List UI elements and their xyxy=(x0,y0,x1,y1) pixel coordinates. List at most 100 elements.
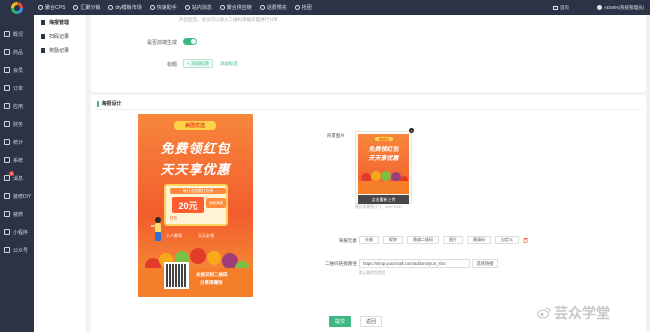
top-nav: 聚合CPS 汇聚分销 diy模板市场 快速助手 站内消息 聚合供应链 话费慢充 … xyxy=(38,4,320,11)
title-label: 标题 xyxy=(166,62,177,68)
orders-icon xyxy=(4,85,10,91)
poster-qr-code xyxy=(164,262,189,289)
poster-coupon: 每日送超额红包券 20元 消费满减 红包 xyxy=(164,184,228,226)
bookmark-icon xyxy=(41,19,45,25)
submenu-scan-records[interactable]: 扫码记录 xyxy=(34,29,86,43)
members-icon xyxy=(4,67,10,73)
topnav-distribution[interactable]: 汇聚分销 xyxy=(73,4,100,11)
sidebar-item-goods[interactable]: 商品 xyxy=(0,43,34,61)
qr-code-icon xyxy=(166,264,187,287)
element-qrcode-button[interactable]: 邀请二维码 xyxy=(407,236,439,244)
bookmark-icon xyxy=(41,47,45,53)
user-icon xyxy=(597,5,602,10)
sidebar-item-stats[interactable]: 统计 xyxy=(0,133,34,151)
cps-icon xyxy=(38,5,43,10)
sidebar-item-system[interactable]: 系统 xyxy=(0,151,34,169)
auto-gen-toggle[interactable] xyxy=(183,38,197,45)
sidebar-item-messages[interactable]: 消息 4 xyxy=(0,169,34,187)
coupon-foot: 红包 xyxy=(170,216,177,220)
top-bar: 聚合CPS 汇聚分销 diy模板市场 快速助手 站内消息 聚合供应链 话费慢充 … xyxy=(0,0,650,15)
user-menu[interactable]: ADMIN(系统管理员) xyxy=(597,5,644,11)
topnav-assistant[interactable]: 快速助手 xyxy=(149,4,177,11)
back-button[interactable]: 返回 xyxy=(360,316,382,327)
settings-card: 开启后后，会员可以进入二维码海报页面进行分享 是否前端生成 标题 + 添加标题 … xyxy=(91,15,646,92)
topnav-cps[interactable]: 聚合CPS xyxy=(38,4,65,11)
auto-gen-label: 是否前端生成 xyxy=(146,40,177,46)
coupon-tag: 每日送超额红包券 xyxy=(170,188,226,194)
close-icon[interactable]: × xyxy=(409,128,414,133)
home-link[interactable]: 首页 xyxy=(553,5,569,11)
topnav-recharge[interactable]: 话费慢充 xyxy=(259,4,287,11)
stats-icon xyxy=(4,139,10,145)
overview-icon xyxy=(4,31,10,37)
top-right: 首页 ADMIN(系统管理员) xyxy=(553,0,644,15)
element-invite-code-button[interactable]: 邀请码 xyxy=(467,236,491,244)
sidebar-item-official-account[interactable]: 公众号 xyxy=(0,241,34,259)
poster-slogan-2: 分享再赚钱 xyxy=(200,280,223,285)
select-link-button[interactable]: 选择链接 xyxy=(472,259,498,268)
element-image-button[interactable]: 图片 xyxy=(443,236,463,244)
distribution-icon xyxy=(73,5,79,10)
sidebar-item-overview[interactable]: 概况 xyxy=(0,25,34,43)
element-custom-button[interactable]: 自定义 xyxy=(495,236,519,244)
logo[interactable] xyxy=(0,0,34,15)
topnav-supply-chain[interactable]: 聚合供应链 xyxy=(219,4,252,11)
apps-icon xyxy=(4,103,10,109)
bg-image-hint: 建议背景图尺寸：640*1080 xyxy=(355,205,402,209)
submenu-reward-records[interactable]: 奖励记录 xyxy=(34,43,86,57)
miniprogram-icon xyxy=(4,229,10,235)
sidebar-item-finance[interactable]: 财务 xyxy=(0,115,34,133)
goods-icon xyxy=(4,49,10,55)
supply-icon xyxy=(219,5,225,10)
top-hint: 开启后后，会员可以进入二维码海报页面进行分享 xyxy=(179,17,278,22)
decor-icon xyxy=(4,211,10,217)
bookmark-icon xyxy=(41,33,45,39)
logo-icon xyxy=(11,1,23,14)
element-nickname-button[interactable]: 昵称 xyxy=(383,236,403,244)
element-avatar-button[interactable]: 头像 xyxy=(359,236,379,244)
fruit-basket-illustration xyxy=(138,248,253,297)
sidebar-item-decor-diy[interactable]: 装修DIY xyxy=(0,187,34,205)
poster-brand: 美团优选 xyxy=(174,121,216,130)
decor-diy-icon xyxy=(4,193,10,199)
watermark: 芸众学堂 xyxy=(537,303,610,323)
topnav-messages[interactable]: 站内消息 xyxy=(184,4,212,11)
coupon-side: 消费满减 xyxy=(206,198,226,208)
main-content: 开启后后，会员可以进入二维码海报页面进行分享 是否前端生成 标题 + 添加标题 … xyxy=(87,15,650,332)
reupload-button[interactable]: 点击重新上传 xyxy=(358,195,409,204)
submit-button[interactable]: 提交 xyxy=(329,316,351,327)
trash-icon[interactable] xyxy=(523,237,528,243)
home-icon xyxy=(553,5,558,10)
messages-badge: 4 xyxy=(9,171,14,176)
sidebar-item-members[interactable]: 会员 xyxy=(0,61,34,79)
messages-icon xyxy=(4,175,10,181)
sidebar-item-miniprogram[interactable]: 小程序 xyxy=(0,223,34,241)
bg-image-upload[interactable]: 美团优选 免费领红包 天天享优惠 点击重新上传 xyxy=(355,131,412,204)
element-buttons: 头像 昵称 邀请二维码 图片 邀请码 自定义 xyxy=(359,236,528,244)
system-icon xyxy=(4,157,10,163)
poster-headline-1: 免费领红包 xyxy=(160,142,231,157)
topnav-diy-market[interactable]: diy模板市场 xyxy=(108,4,142,11)
sidebar-item-decor[interactable]: 装修 xyxy=(0,205,34,223)
add-tag-link[interactable]: 添加标签 xyxy=(217,59,241,68)
message-icon xyxy=(184,5,190,10)
sidebar-item-apps[interactable]: 应用 xyxy=(0,97,34,115)
section-title: 海报设计 xyxy=(97,100,122,107)
thumb-headline-2: 天天享优惠 xyxy=(368,156,399,162)
link-path-hint: 默认跳转到首页 xyxy=(359,271,386,275)
add-title-button[interactable]: + 添加标题 xyxy=(183,59,213,68)
poster-design-card: 海报设计 美团优选 免费领红包 天天享优惠 每日送超额红包券 20元 消费满减 … xyxy=(91,95,646,332)
thumb-fruit-illustration xyxy=(358,171,409,194)
topnav-group[interactable]: 抢团 xyxy=(294,4,312,11)
link-path-input[interactable]: https://shop.yunzmall.com/addons/yun_sho xyxy=(359,259,470,268)
official-account-icon xyxy=(4,247,10,253)
poster-sub-1: 人人都领 xyxy=(166,233,182,238)
sidebar-item-orders[interactable]: 订单 xyxy=(0,79,34,97)
diy-icon xyxy=(108,5,114,10)
sidebar: 概况 商品 会员 订单 应用 财务 统计 系统 消息 4 装修DIY 装修 小程序… xyxy=(0,15,34,332)
link-path-label: 二维码链接路径 xyxy=(324,261,357,266)
elements-label: 海报元素 xyxy=(338,238,357,243)
submenu-poster-manage[interactable]: 海报管理 xyxy=(34,15,86,29)
weibo-icon xyxy=(537,307,551,319)
watermark-text: 芸众学堂 xyxy=(554,305,610,321)
